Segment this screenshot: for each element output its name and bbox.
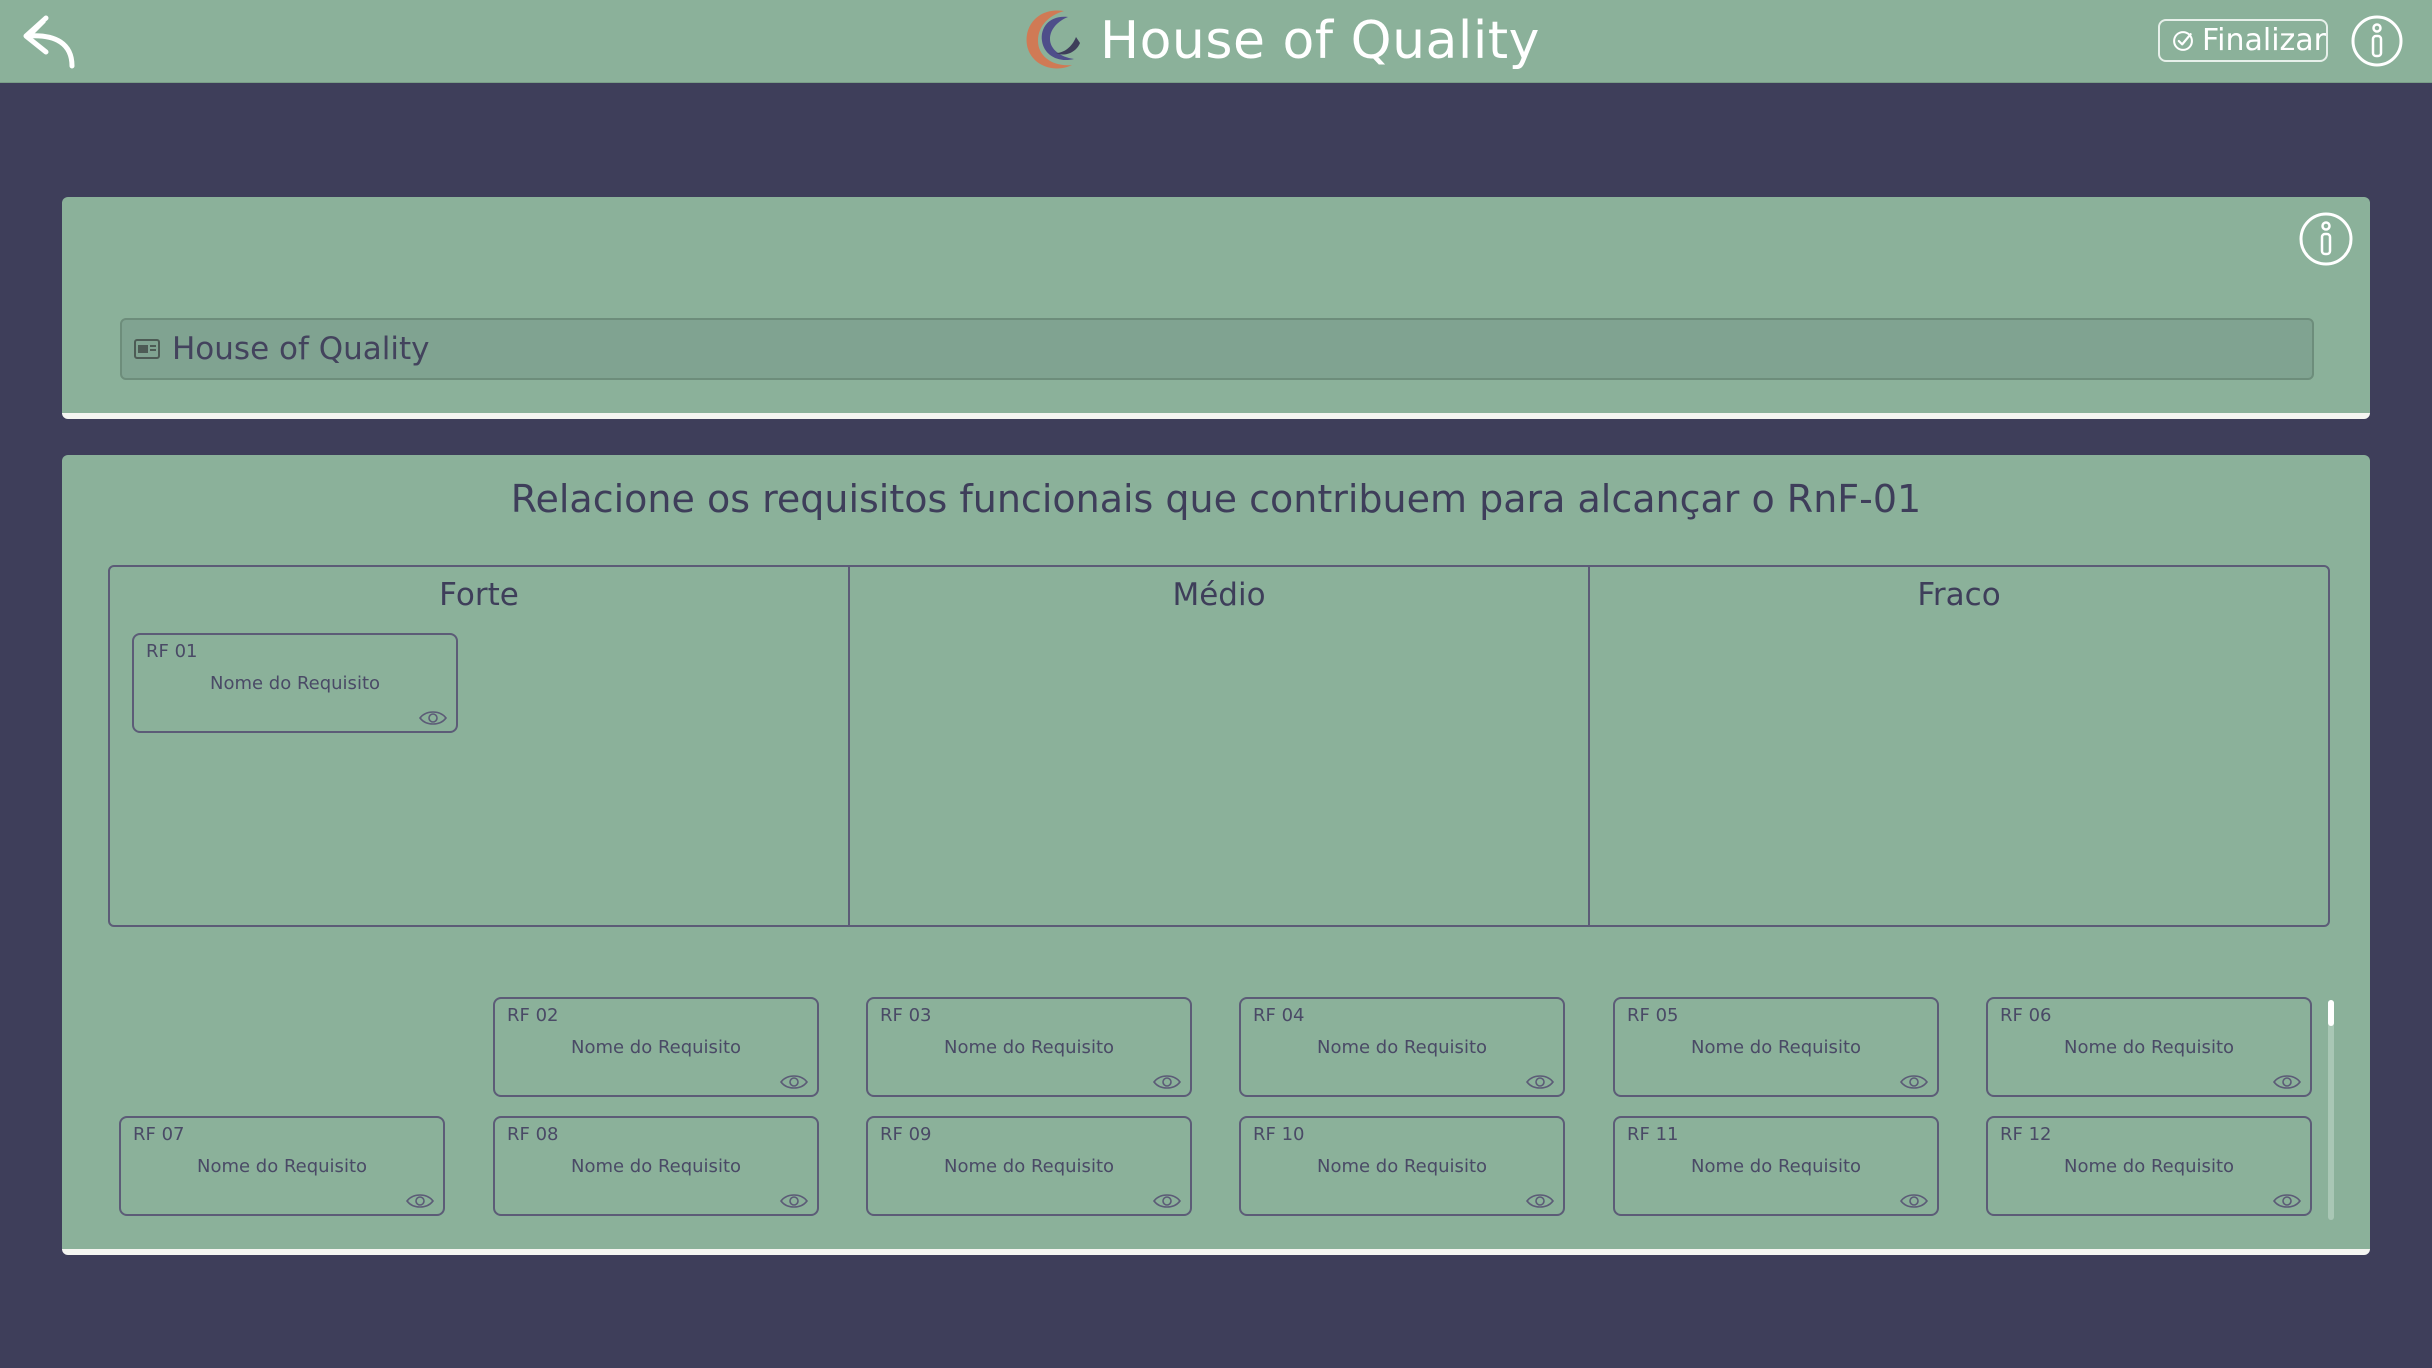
card-name: Nome do Requisito [1316, 1156, 1488, 1177]
card-id: RF 12 [2000, 1124, 2052, 1145]
eye-icon[interactable] [2272, 1073, 2302, 1091]
requirement-card-rf02[interactable]: RF 02 Nome do Requisito [493, 997, 819, 1097]
project-name-value: House of Quality [172, 331, 430, 367]
eye-icon[interactable] [1899, 1192, 1929, 1210]
requirement-card-rf08[interactable]: RF 08 Nome do Requisito [493, 1116, 819, 1216]
card-id: RF 02 [507, 1005, 559, 1026]
card-name: Nome do Requisito [1690, 1037, 1862, 1058]
instruction-text: Relacione os requisitos funcionais que c… [510, 477, 1922, 521]
card-id: RF 07 [133, 1124, 185, 1145]
card-id: RF 10 [1253, 1124, 1305, 1145]
requirement-card-rf01[interactable]: RF 01 Nome do Requisito [132, 633, 458, 733]
card-id: RF 11 [1627, 1124, 1679, 1145]
finalize-label: Finalizar [2202, 23, 2326, 58]
column-title: Médio [1172, 577, 1266, 613]
requirement-card-rf12[interactable]: RF 12 Nome do Requisito [1986, 1116, 2312, 1216]
eye-icon[interactable] [779, 1192, 809, 1210]
requirement-card-rf11[interactable]: RF 11 Nome do Requisito [1613, 1116, 1939, 1216]
requirement-card-rf05[interactable]: RF 05 Nome do Requisito [1613, 997, 1939, 1097]
requirement-card-rf04[interactable]: RF 04 Nome do Requisito [1239, 997, 1565, 1097]
eye-icon[interactable] [2272, 1192, 2302, 1210]
panel-info-button[interactable] [2298, 211, 2354, 267]
check-circle-icon [2173, 30, 2193, 51]
eye-icon[interactable] [1152, 1192, 1182, 1210]
card-name: Nome do Requisito [1316, 1037, 1488, 1058]
card-name: Nome do Requisito [570, 1156, 742, 1177]
card-id: RF 08 [507, 1124, 559, 1145]
card-name: Nome do Requisito [209, 673, 381, 694]
eye-icon[interactable] [779, 1073, 809, 1091]
project-panel: House of Quality [62, 197, 2370, 419]
column-title: Fraco [1917, 577, 2001, 613]
requirement-card-rf03[interactable]: RF 03 Nome do Requisito [866, 997, 1192, 1097]
column-fraco[interactable]: Fraco [1590, 567, 2328, 925]
card-id: RF 03 [880, 1005, 932, 1026]
requirement-card-rf09[interactable]: RF 09 Nome do Requisito [866, 1116, 1192, 1216]
eye-icon[interactable] [1152, 1073, 1182, 1091]
app-logo [1016, 3, 1086, 77]
eye-icon[interactable] [1525, 1073, 1555, 1091]
card-name: Nome do Requisito [943, 1156, 1115, 1177]
info-icon [2351, 15, 2403, 67]
card-name: Nome do Requisito [2063, 1156, 2235, 1177]
pool-scrollbar[interactable] [2328, 1000, 2334, 1220]
back-button[interactable] [20, 10, 84, 72]
column-forte[interactable]: Forte RF 01 Nome do Requisito [110, 567, 850, 925]
logo-icon [1026, 10, 1080, 69]
eye-icon[interactable] [1525, 1192, 1555, 1210]
eye-icon[interactable] [405, 1192, 435, 1210]
scrollbar-thumb[interactable] [2328, 1000, 2334, 1026]
eye-icon[interactable] [1899, 1073, 1929, 1091]
project-name-field[interactable]: House of Quality [120, 318, 2314, 380]
card-id: RF 05 [1627, 1005, 1679, 1026]
card-name: Nome do Requisito [2063, 1037, 2235, 1058]
requirement-card-rf10[interactable]: RF 10 Nome do Requisito [1239, 1116, 1565, 1216]
card-name: Nome do Requisito [196, 1156, 368, 1177]
card-id: RF 01 [146, 641, 198, 662]
strength-columns: Forte RF 01 Nome do Requisito Médio Frac… [108, 565, 2330, 927]
column-title: Forte [439, 577, 519, 613]
info-icon [2299, 212, 2353, 266]
card-name: Nome do Requisito [570, 1037, 742, 1058]
requirement-card-rf06[interactable]: RF 06 Nome do Requisito [1986, 997, 2312, 1097]
relationship-panel: Relacione os requisitos funcionais que c… [62, 455, 2370, 1255]
card-name: Nome do Requisito [1690, 1156, 1862, 1177]
back-arrow-icon [23, 15, 75, 69]
app-title: House of Quality [1100, 11, 1540, 71]
finalize-button[interactable]: Finalizar [2158, 19, 2328, 62]
card-name: Nome do Requisito [943, 1037, 1115, 1058]
requirement-card-rf07[interactable]: RF 07 Nome do Requisito [119, 1116, 445, 1216]
card-id: RF 09 [880, 1124, 932, 1145]
top-bar: House of Quality Finalizar [0, 0, 2432, 83]
eye-icon[interactable] [418, 709, 448, 727]
help-button[interactable] [2350, 14, 2404, 68]
id-card-icon [134, 339, 160, 359]
card-id: RF 06 [2000, 1005, 2052, 1026]
column-medio[interactable]: Médio [850, 567, 1590, 925]
card-id: RF 04 [1253, 1005, 1305, 1026]
